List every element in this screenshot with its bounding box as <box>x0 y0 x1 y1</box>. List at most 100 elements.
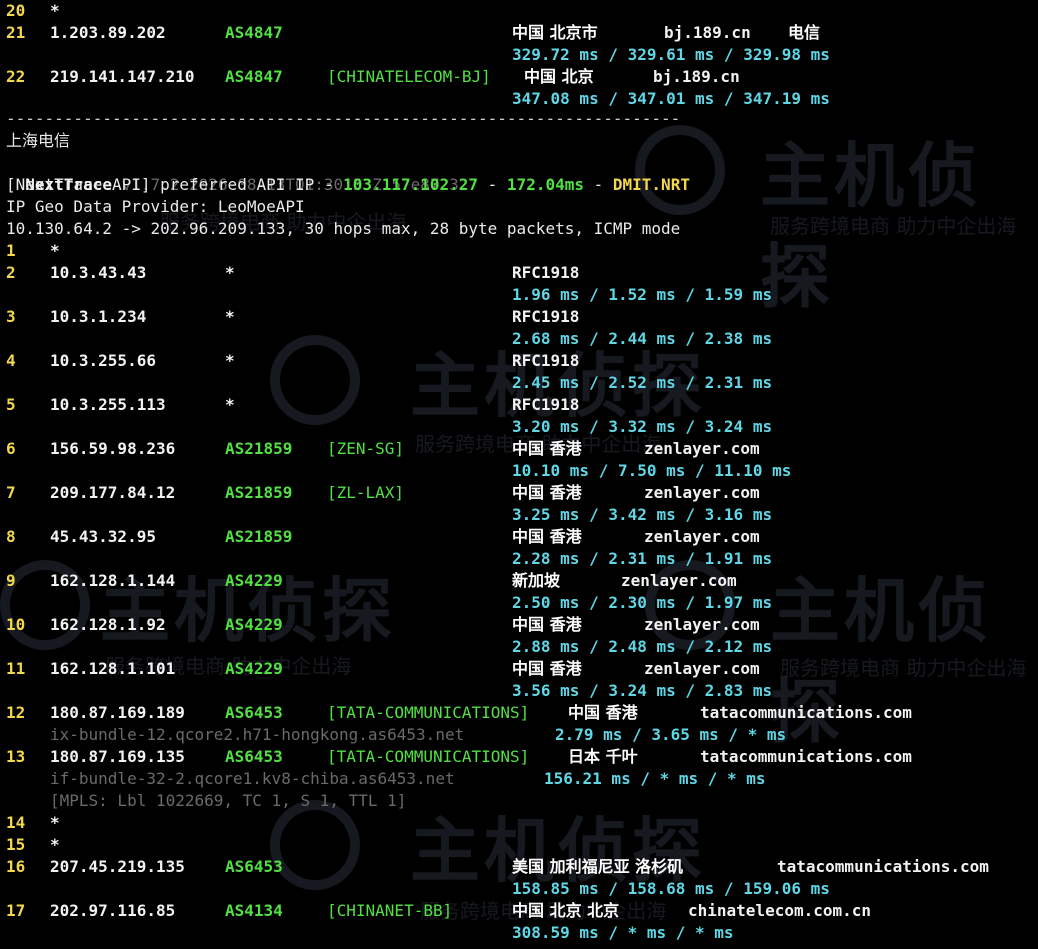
api-label: [NextTrace API] preferred API IP - <box>6 175 344 194</box>
hop-ip: 10.3.43.43 <box>50 263 147 282</box>
hop-asn: * <box>225 395 235 414</box>
hop-host: tatacommunications.com <box>700 703 912 722</box>
hop-number: 6 <box>6 439 16 458</box>
hop-tag: [TATA-COMMUNICATIONS] <box>327 747 530 766</box>
hop-ip: 202.97.116.85 <box>50 901 176 920</box>
hop-number: 22 <box>6 67 26 86</box>
hop-latency: 2.50 ms / 2.30 ms / 1.97 ms <box>512 593 773 612</box>
hop-number: 12 <box>6 703 26 722</box>
hop-number: 14 <box>6 813 26 832</box>
hop-host: tatacommunications.com <box>777 857 989 876</box>
hop-number: 2 <box>6 263 16 282</box>
hop-asn: AS4229 <box>225 615 283 634</box>
hop-geo: RFC1918 <box>512 307 580 326</box>
hop-asn: AS6453 <box>225 703 283 722</box>
hop-asn: AS6453 <box>225 857 283 876</box>
hop-latency: 1.96 ms / 1.52 ms / 1.59 ms <box>512 285 773 304</box>
hop-number: 17 <box>6 901 26 920</box>
hop-latency: 2.79 ms / 3.65 ms / * ms <box>555 725 787 744</box>
hop-rdns: if-bundle-32-2.qcore1.kv8-chiba.as6453.n… <box>50 769 455 788</box>
geo-provider-line: IP Geo Data Provider: LeoMoeAPI <box>6 197 305 216</box>
api-dash: - <box>583 175 613 194</box>
hop-tag: [TATA-COMMUNICATIONS] <box>327 703 530 722</box>
hop-tag: [CHINANET-BB] <box>327 901 453 920</box>
hop-rdns: ix-bundle-12.qcore2.h71-hongkong.as6453.… <box>50 725 465 744</box>
hop-asn: AS21859 <box>225 483 293 502</box>
hop-ip: 162.128.1.144 <box>50 571 176 590</box>
watermark-logo-text: 主机侦探 <box>760 135 982 318</box>
hop-latency: 2.45 ms / 2.52 ms / 2.31 ms <box>512 373 773 392</box>
hop-host: bj.189.cn <box>653 67 740 86</box>
api-ip: 103.117.102.27 <box>343 175 479 194</box>
watermark-slogan: 服务跨境电商 助力中企出海 <box>780 656 1027 680</box>
hop-geo: 中国 北京市 <box>512 23 598 42</box>
hop-number: 5 <box>6 395 16 414</box>
hop-ip: * <box>50 835 60 854</box>
api-latency: 172.04ms <box>506 175 584 194</box>
hop-asn: AS6453 <box>225 747 283 766</box>
hop-asn: AS4847 <box>225 67 283 86</box>
hop-geo: 中国 香港 <box>512 615 582 634</box>
hop-number: 3 <box>6 307 16 326</box>
api-node: DMIT.NRT <box>612 175 690 194</box>
hop-isp: 电信 <box>788 23 821 42</box>
hop-ip: 156.59.98.236 <box>50 439 176 458</box>
hop-geo: 中国 北京 <box>524 67 594 86</box>
hop-latency: 2.68 ms / 2.44 ms / 2.38 ms <box>512 329 773 348</box>
hop-number: 15 <box>6 835 26 854</box>
hop-geo: 新加坡 <box>512 571 561 590</box>
hop-geo: 中国 香港 <box>512 659 582 678</box>
hop-host: zenlayer.com <box>621 571 737 590</box>
hop-mpls: [MPLS: Lbl 1022669, TC 1, S 1, TTL 1] <box>50 791 407 810</box>
hop-ip: 209.177.84.12 <box>50 483 176 502</box>
hop-number: 16 <box>6 857 26 876</box>
hop-geo: 美国 加利福尼亚 洛杉矶 <box>512 857 684 876</box>
hop-tag: [CHINATELECOM-BJ] <box>327 67 491 86</box>
watermark-logo-icon <box>270 335 360 425</box>
hop-ip: * <box>50 1 60 20</box>
hop-number: 20 <box>6 1 26 20</box>
hop-asn: * <box>225 351 235 370</box>
hop-latency: 3.56 ms / 3.24 ms / 2.83 ms <box>512 681 773 700</box>
hop-asn: AS4134 <box>225 901 283 920</box>
hop-latency: 2.28 ms / 2.31 ms / 1.91 ms <box>512 549 773 568</box>
hop-latency: 308.59 ms / * ms / * ms <box>512 923 734 942</box>
hop-ip: 207.45.219.135 <box>50 857 185 876</box>
watermark-logo-icon <box>635 125 725 215</box>
hop-ip: 180.87.169.135 <box>50 747 185 766</box>
hop-geo: 中国 北京 北京 <box>512 901 620 920</box>
hop-geo: RFC1918 <box>512 395 580 414</box>
hop-host: zenlayer.com <box>644 527 760 546</box>
hop-ip: 219.141.147.210 <box>50 67 195 86</box>
nexttrace-version-line: NextTrace v1.7.2 2026-08-13T01:30:53Z 57… <box>6 152 459 194</box>
hop-asn: * <box>225 307 235 326</box>
hop-number: 13 <box>6 747 26 766</box>
hop-geo: 日本 千叶 <box>568 747 638 766</box>
hop-ip: 1.203.89.202 <box>50 23 166 42</box>
hop-ip: * <box>50 813 60 832</box>
hop-host: zenlayer.com <box>644 659 760 678</box>
hop-ip: 10.3.1.234 <box>50 307 147 326</box>
hop-latency: 329.72 ms / 329.61 ms / 329.98 ms <box>512 45 830 64</box>
hop-geo: 中国 香港 <box>512 483 582 502</box>
hop-host: zenlayer.com <box>644 483 760 502</box>
separator-line: ----------------------------------------… <box>6 109 681 128</box>
hop-number: 11 <box>6 659 26 678</box>
hop-number: 10 <box>6 615 26 634</box>
hop-number: 9 <box>6 571 16 590</box>
hop-geo: 中国 香港 <box>512 439 582 458</box>
hop-asn: AS4847 <box>225 23 283 42</box>
hop-asn: * <box>225 263 235 282</box>
hop-latency: 3.20 ms / 3.32 ms / 3.24 ms <box>512 417 773 436</box>
trace-title: 上海电信 <box>6 131 71 150</box>
api-dash: - <box>478 175 507 194</box>
hop-host: zenlayer.com <box>644 439 760 458</box>
hop-ip: 45.43.32.95 <box>50 527 156 546</box>
hop-ip: 162.128.1.92 <box>50 615 166 634</box>
hop-latency: 158.85 ms / 158.68 ms / 159.06 ms <box>512 879 830 898</box>
hop-asn: AS4229 <box>225 659 283 678</box>
hop-host: zenlayer.com <box>644 615 760 634</box>
hop-number: 1 <box>6 241 16 260</box>
hop-asn: AS21859 <box>225 527 293 546</box>
hop-ip: 180.87.169.189 <box>50 703 185 722</box>
